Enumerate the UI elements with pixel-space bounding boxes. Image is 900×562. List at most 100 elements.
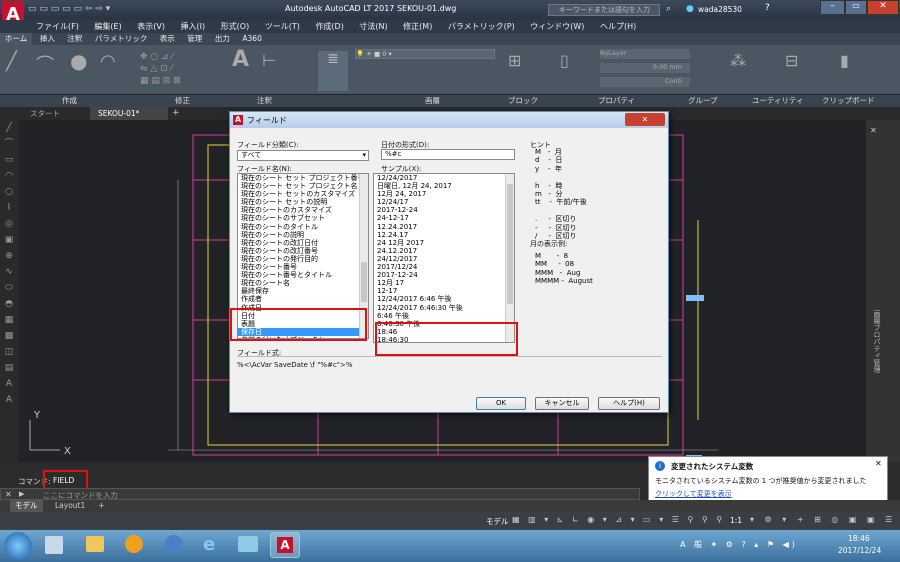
notification-link[interactable]: クリックして変更を表示 [655, 489, 732, 499]
dimension-tool-icon[interactable]: ⊢ [262, 51, 276, 70]
menu-tools[interactable]: ツール(T) [265, 20, 300, 33]
command-line-input[interactable]: ✕ ▶ ここにコマンドを入力 [0, 488, 640, 500]
sample-item[interactable]: 12.24.2017 [374, 223, 514, 231]
explorer-icon[interactable] [86, 536, 104, 552]
sample-item[interactable]: 2017-12-24 [374, 206, 514, 214]
sample-item[interactable]: 24-12-17 [374, 214, 514, 222]
category-dropdown[interactable]: すべて ▾ [237, 150, 369, 161]
tab-a360[interactable]: A360 [237, 33, 266, 45]
tab-annotate[interactable]: 注釈 [62, 33, 87, 45]
menu-insert[interactable]: 挿入(I) [181, 20, 206, 33]
model-space-button[interactable]: モデル [486, 516, 509, 527]
user-name[interactable]: wada28530 [698, 5, 742, 14]
close-button[interactable]: ✕ [867, 0, 899, 15]
annotation-scale[interactable]: 1:1 [730, 516, 742, 525]
layer-properties-button[interactable]: ≣ [318, 51, 348, 91]
system-tray-icons[interactable]: A 般 ✦ ⚙ ? ▴ ⚑ ◀) [680, 539, 798, 550]
line-tool-icon[interactable]: ╱ [6, 51, 17, 72]
media-icon[interactable] [45, 536, 63, 554]
tab-model[interactable]: モデル [10, 500, 43, 512]
insert-block-icon[interactable]: ⊞ [508, 51, 521, 70]
dialog-close-button[interactable]: ✕ [625, 113, 665, 126]
cancel-button[interactable]: キャンセル [535, 397, 589, 410]
search-input[interactable]: キーワードまたは語句を入力 [548, 4, 660, 16]
panel-modify[interactable]: 修正 [175, 95, 190, 107]
layer-dropdown[interactable]: 💡 ☀ ■ 0 ▾ [355, 49, 495, 59]
notification-close-icon[interactable]: ✕ [875, 459, 882, 468]
command-close-icon[interactable]: ✕ [5, 490, 12, 499]
field-name-item[interactable]: 現在のシート セット プロジェクト名 [238, 182, 368, 190]
sample-list[interactable]: 12/24/2017 日曜日, 12月 24, 2017 12月 24, 2017 1… [373, 173, 515, 343]
help-icon[interactable]: ? [765, 3, 770, 13]
palette-close-icon[interactable]: ✕ [870, 126, 877, 135]
sample-item[interactable]: 12.24.17 [374, 231, 514, 239]
measure-icon[interactable]: ⊟ [785, 51, 798, 70]
date-format-input[interactable]: %#c [381, 149, 515, 160]
panel-utilities[interactable]: ユーティリティ [752, 95, 804, 107]
menu-dimension[interactable]: 寸法(N) [359, 20, 387, 33]
field-name-item[interactable]: 現在のシート番号 [238, 263, 368, 271]
tab-parametric[interactable]: パラメトリック [90, 33, 152, 45]
tab-output[interactable]: 出力 [210, 33, 235, 45]
minimize-button[interactable]: – [820, 0, 845, 15]
lineweight-dropdown[interactable]: 0.00 mm [600, 63, 690, 73]
tab-insert[interactable]: 挿入 [35, 33, 60, 45]
sample-item[interactable]: 24/12/2017 [374, 255, 514, 263]
clock-date[interactable]: 2017/12/24 [838, 546, 881, 555]
menu-draw[interactable]: 作成(D) [315, 20, 343, 33]
panel-annotation[interactable]: 注釈 [257, 95, 272, 107]
new-tab-button[interactable]: + [172, 107, 180, 120]
field-name-item[interactable]: 作成者 [238, 295, 368, 303]
clock-time[interactable]: 18:46 [848, 534, 870, 543]
sample-item[interactable]: 12/24/2017 6:46:30 午後 [374, 304, 514, 312]
panel-clipboard[interactable]: クリップボード [822, 95, 875, 107]
field-name-item[interactable]: 現在のシートの改訂番号 [238, 247, 368, 255]
sample-item[interactable]: 日曜日, 12月 24, 2017 [374, 182, 514, 190]
menu-file[interactable]: ファイル(F) [36, 20, 79, 33]
circle-tool-icon[interactable]: ● [70, 49, 87, 73]
sample-item[interactable]: 6:46 午後 [374, 312, 514, 320]
browser-icon[interactable] [165, 535, 183, 553]
field-name-item[interactable]: 現在のシートの改訂日付 [238, 239, 368, 247]
sample-item[interactable]: 12月 24, 2017 [374, 190, 514, 198]
layer-palette-label[interactable]: 画層プロパティ管理 [872, 310, 882, 373]
menu-parametric[interactable]: パラメトリック(P) [448, 20, 515, 33]
text-tool-icon[interactable]: A [232, 47, 249, 72]
match-properties-icon[interactable]: ▯ [560, 51, 569, 70]
field-name-item[interactable]: 現在のシートのタイトル [238, 223, 368, 231]
menu-help[interactable]: ヘルプ(H) [600, 20, 636, 33]
field-name-item[interactable]: 現在のシートの発行目的 [238, 255, 368, 263]
sample-scrollbar[interactable] [505, 174, 514, 342]
paint-icon[interactable] [238, 536, 258, 552]
quick-access-toolbar[interactable]: ▭ ▭ ▭ ▭ ▭ ⇦ ⇨ ▾ [28, 4, 178, 16]
arc-tool-icon[interactable]: ◠ [100, 51, 116, 72]
draw-toolbar-icons[interactable]: ╱ ⌒ ▭ ◠ ○ ⌇ ◎ ▣ ⊕ ∿ ⬭ ◓ ▦ ▩ ◫ ▤ A A [0, 120, 18, 408]
modify-tools[interactable]: ✥ ○ ⊿ ⁄ ⇋ △ ⊡ ⁄ ▦ ▤ ⊞ ⊠ [140, 51, 181, 87]
ok-button[interactable]: OK [476, 397, 526, 410]
sample-item[interactable]: 24 12月 2017 [374, 239, 514, 247]
status-right-icons[interactable]: ▾ ⚙ ▾ + ⊞ ◎ ▣ ▣ ☰ [750, 515, 896, 524]
menu-view[interactable]: 表示(V) [137, 20, 165, 33]
help-button[interactable]: ヘルプ(H) [598, 397, 660, 410]
field-name-item[interactable]: 現在のシートのサブセット [238, 214, 368, 222]
binoculars-icon[interactable]: ⌕ [666, 4, 671, 14]
tab-home[interactable]: ホーム [0, 33, 33, 45]
sample-item[interactable]: 2017/12/24 [374, 263, 514, 271]
tab-start[interactable]: スタート [30, 107, 60, 120]
sample-item[interactable]: 24.12.2017 [374, 247, 514, 255]
sample-item[interactable]: 12/24/2017 6:46 午後 [374, 295, 514, 303]
autocad-taskbar-button[interactable]: A [270, 532, 300, 558]
menu-window[interactable]: ウィンドウ(W) [530, 20, 584, 33]
status-toggles[interactable]: ▦ ▥ ▾ ⊾ ∟ ◉ ▾ ⊿ ▾ ▭ ▾ ☰ ⚲ ⚲ ⚲ [512, 515, 725, 524]
panel-block[interactable]: ブロック [508, 95, 538, 107]
tab-layout1[interactable]: Layout1 [50, 500, 90, 512]
sample-item[interactable]: 2017-12-24 [374, 271, 514, 279]
field-name-item[interactable]: 現在のシートの説明 [238, 231, 368, 239]
panel-groups[interactable]: グループ [688, 95, 718, 107]
field-name-item[interactable]: 現在のシート番号とタイトル [238, 271, 368, 279]
panel-properties[interactable]: プロパティ [598, 95, 635, 107]
polyline-tool-icon[interactable]: ⌒ [36, 51, 54, 77]
sample-item[interactable]: 12/24/2017 [374, 174, 514, 182]
add-layout-button[interactable]: + [98, 500, 105, 512]
field-name-item[interactable]: 現在のシート セット プロジェクト番号 [238, 174, 368, 182]
